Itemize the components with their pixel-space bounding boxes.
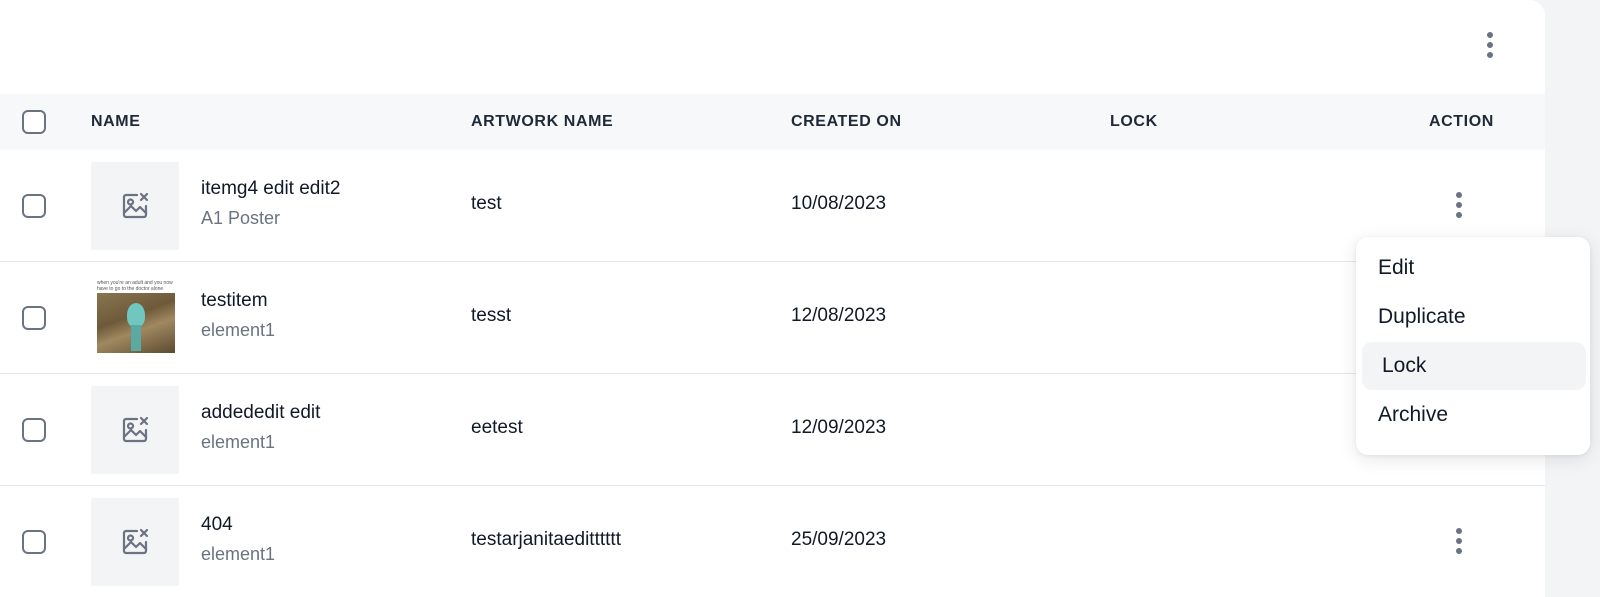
item-subtitle: element1 — [201, 432, 276, 452]
row-checkbox[interactable] — [22, 306, 46, 330]
item-subtitle: A1 Poster — [201, 208, 281, 228]
item-name[interactable]: 404 — [201, 514, 233, 536]
table-row: 404 element1 testarjanitaeditttttt 25/09… — [0, 486, 1545, 597]
table-row: when you're an adult and you now have to… — [0, 262, 1545, 374]
menu-item-lock[interactable]: Lock — [1362, 342, 1586, 390]
item-thumbnail: when you're an adult and you now have to… — [91, 274, 179, 362]
more-options-icon[interactable] — [1478, 27, 1502, 63]
thumbnail-photo — [97, 293, 175, 353]
artwork-name: testarjanitaeditttttt — [471, 529, 621, 550]
item-subtitle: element1 — [201, 320, 276, 340]
artwork-name: tesst — [471, 305, 512, 326]
item-name[interactable]: addededit edit — [201, 402, 320, 424]
image-off-icon — [122, 192, 149, 219]
row-checkbox[interactable] — [22, 418, 46, 442]
table-header: NAME ARTWORK NAME CREATED ON LOCK ACTION — [0, 94, 1545, 150]
column-header-created-on[interactable]: CREATED ON — [791, 94, 902, 150]
row-action-icon[interactable] — [1447, 523, 1471, 559]
thumbnail-caption: when you're an adult and you now have to… — [97, 280, 173, 292]
item-name[interactable]: itemg4 edit edit2 — [201, 178, 340, 200]
image-off-icon — [122, 416, 149, 443]
table-row: addededit edit element1 eetest 12/09/202… — [0, 374, 1545, 486]
item-name[interactable]: testitem — [201, 290, 268, 312]
created-on: 12/08/2023 — [791, 305, 887, 326]
item-thumbnail — [91, 498, 179, 586]
created-on: 25/09/2023 — [791, 529, 887, 550]
image-off-icon — [122, 528, 149, 555]
created-on: 12/09/2023 — [791, 417, 887, 438]
created-on: 10/08/2023 — [791, 193, 887, 214]
menu-item-edit[interactable]: Edit — [1362, 244, 1586, 292]
item-thumbnail — [91, 162, 179, 250]
column-header-artwork-name[interactable]: ARTWORK NAME — [471, 94, 613, 150]
column-header-action: ACTION — [1429, 113, 1494, 130]
artwork-name: eetest — [471, 417, 523, 438]
column-header-lock: LOCK — [1110, 113, 1158, 130]
row-checkbox[interactable] — [22, 530, 46, 554]
artwork-name: test — [471, 193, 502, 214]
items-table-card: NAME ARTWORK NAME CREATED ON LOCK ACTION… — [0, 0, 1545, 597]
card-header — [0, 0, 1545, 94]
item-thumbnail — [91, 386, 179, 474]
column-header-name[interactable]: NAME — [91, 94, 141, 150]
item-subtitle: element1 — [201, 544, 276, 564]
row-action-icon[interactable] — [1447, 187, 1471, 223]
select-all-checkbox[interactable] — [22, 110, 46, 134]
menu-item-duplicate[interactable]: Duplicate — [1362, 293, 1586, 341]
table-row: itemg4 edit edit2 A1 Poster test 10/08/2… — [0, 150, 1545, 262]
row-action-menu: Edit Duplicate Lock Archive — [1356, 237, 1590, 455]
menu-item-archive[interactable]: Archive — [1362, 391, 1586, 439]
row-checkbox[interactable] — [22, 194, 46, 218]
